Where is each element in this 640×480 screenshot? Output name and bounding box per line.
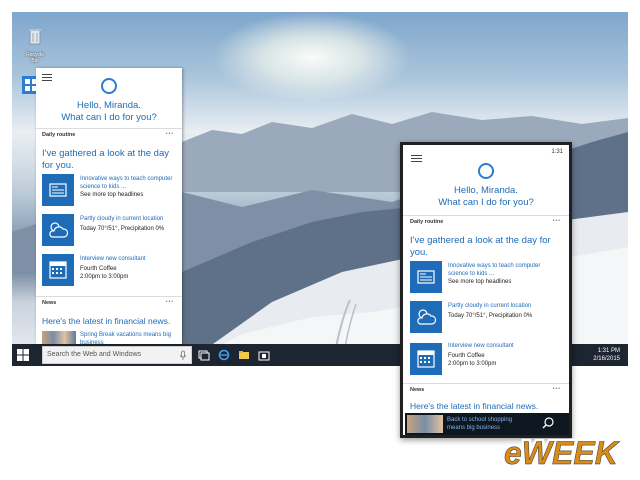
- news-card-subtext[interactable]: See more top headlines: [80, 192, 178, 200]
- screenshot-stage: Recycle Bin Search the Web and Windows 1…: [0, 0, 640, 480]
- section-label-news: News: [42, 300, 57, 306]
- cortana-panel-desktop: Hello, Miranda. What can I do for you? D…: [36, 68, 182, 344]
- calendar-icon: [42, 254, 74, 286]
- store-icon[interactable]: [258, 349, 270, 361]
- calendar-card-subtext: Fourth Coffee 2:00pm to 3:00pm: [448, 353, 497, 367]
- hamburger-menu-icon[interactable]: [42, 74, 52, 83]
- divider: [36, 296, 182, 297]
- divider: [403, 383, 569, 384]
- weather-card-subtext: Today 70°/51°, Precipitation 0%: [80, 226, 165, 232]
- calendar-icon: [410, 343, 442, 375]
- calendar-card-link[interactable]: Interview new consultant: [80, 256, 178, 264]
- news-headline: Here's the latest in financial news.: [410, 401, 539, 411]
- logo-text: eWEEK: [504, 435, 621, 471]
- news-item-link[interactable]: Back to school shopping means big busine…: [447, 416, 531, 432]
- task-view-icon[interactable]: [198, 349, 210, 361]
- calendar-card-subtext: Fourth Coffee 2:00pm to 3:00pm: [80, 266, 129, 280]
- taskbar-search-box[interactable]: Search the Web and Windows: [42, 346, 192, 364]
- greeting-line-1: Hello, Miranda.: [454, 185, 518, 196]
- cortana-ring-icon[interactable]: [478, 163, 494, 179]
- windows-start-icon[interactable]: [16, 348, 30, 362]
- greeting-line-1: Hello, Miranda.: [77, 100, 141, 111]
- news-headline: Here's the latest in financial news.: [42, 316, 171, 326]
- more-options-icon[interactable]: •••: [166, 131, 174, 137]
- recycle-bin-icon: [29, 29, 41, 45]
- section-label-daily-routine: Daily routine: [410, 219, 444, 225]
- weather-card-link[interactable]: Partly cloudy in current location: [448, 303, 560, 311]
- news-thumbnail[interactable]: [42, 331, 76, 344]
- more-options-icon[interactable]: •••: [553, 386, 561, 392]
- cortana-ring-icon[interactable]: [101, 78, 117, 94]
- file-explorer-icon[interactable]: [238, 349, 250, 361]
- news-card-link[interactable]: Innovative ways to teach computer scienc…: [80, 176, 178, 191]
- phone-clock: 1:31: [551, 149, 563, 155]
- news-icon: [410, 261, 442, 293]
- weather-icon: [42, 214, 74, 246]
- search-icon[interactable]: [541, 416, 555, 430]
- news-icon: [42, 174, 74, 206]
- greeting-line-2: What can I do for you?: [61, 111, 157, 123]
- weather-card-subtext: Today 70°/51°, Precipitation 0%: [448, 313, 533, 319]
- taskbar-date: 2/16/2015: [593, 356, 620, 362]
- microphone-icon[interactable]: [178, 350, 188, 361]
- calendar-card-link[interactable]: Interview new consultant: [448, 343, 560, 351]
- section-label-news: News: [410, 387, 425, 393]
- taskbar-clock[interactable]: 1:31 PM 2/16/2015: [593, 347, 620, 363]
- cortana-panel-phone: 1:31 Hello, Miranda. What can I do for y…: [400, 142, 572, 438]
- weather-icon: [410, 301, 442, 333]
- daily-routine-headline: I've gathered a look at the day for you.: [42, 148, 169, 171]
- weather-card-link[interactable]: Partly cloudy in current location: [80, 216, 178, 224]
- taskbar-search-placeholder: Search the Web and Windows: [47, 351, 142, 358]
- news-item-link[interactable]: Spring Break vacations means big busines…: [80, 332, 178, 344]
- section-label-daily-routine: Daily routine: [42, 132, 76, 138]
- more-options-icon[interactable]: •••: [553, 218, 561, 224]
- news-card-link[interactable]: Innovative ways to teach computer scienc…: [448, 263, 560, 278]
- greeting-line-2: What can I do for you?: [438, 196, 534, 208]
- hamburger-menu-icon[interactable]: [411, 155, 422, 164]
- eweek-logo: eWEEK eWEEK: [502, 433, 624, 473]
- more-options-icon[interactable]: •••: [166, 299, 174, 305]
- recycle-bin-label: Recycle Bin: [26, 52, 44, 64]
- daily-routine-headline: I've gathered a look at the day for you.: [410, 235, 551, 258]
- cortana-greeting: Hello, Miranda. What can I do for you?: [403, 185, 569, 209]
- taskbar-time: 1:31 PM: [597, 348, 620, 354]
- news-thumbnail: [407, 415, 443, 433]
- internet-explorer-icon[interactable]: [218, 349, 230, 361]
- cortana-greeting: Hello, Miranda. What can I do for you?: [36, 100, 182, 124]
- news-card-subtext[interactable]: See more top headlines: [448, 279, 560, 287]
- divider: [403, 215, 569, 216]
- desktop-icon-recycle-bin[interactable]: Recycle Bin: [22, 26, 48, 64]
- divider: [36, 128, 182, 129]
